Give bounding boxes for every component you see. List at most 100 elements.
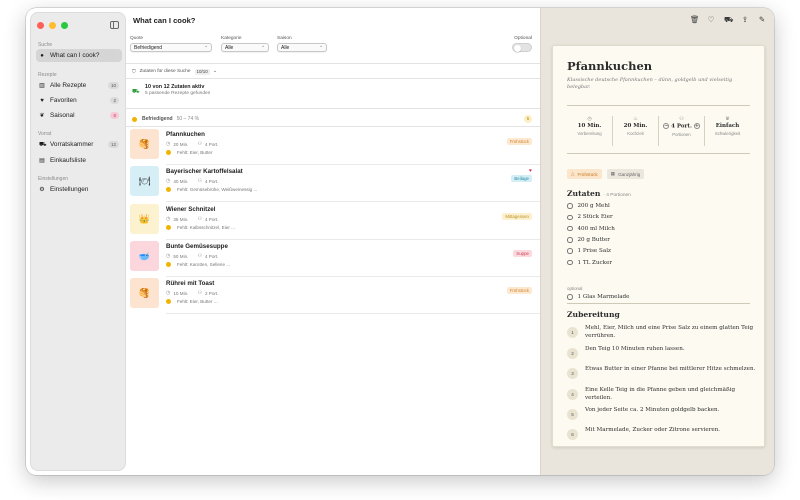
divider <box>567 153 750 154</box>
zoom-window-button[interactable] <box>61 22 68 29</box>
ingredient-item[interactable]: 20 g Butter <box>567 235 610 245</box>
recipe-time: 35 Min. <box>173 216 189 222</box>
ingredient-text: 200 g Mehl <box>577 203 610 209</box>
checkbox-circle-icon[interactable] <box>567 237 573 243</box>
checkbox-circle-icon[interactable] <box>567 203 573 209</box>
ingredient-text: 400 ml Milch <box>577 225 615 232</box>
ingredient-text: 1 Prise Salz <box>577 248 611 255</box>
ingredient-item[interactable]: 2 Stück Eier <box>567 212 613 222</box>
checkbox-circle-icon[interactable] <box>567 248 573 254</box>
checkbox-circle-icon[interactable] <box>567 259 573 266</box>
recipe-row[interactable]: 🥞 Rührei mit Toast ◷ 10 Min. ⚇ 2 Port. Fehlt: … <box>126 276 540 313</box>
step-number: 5 <box>567 409 578 420</box>
divider <box>126 108 540 109</box>
ingredient-item[interactable]: 1 Prise Salz <box>567 246 611 256</box>
ingredient-item[interactable]: 1 TL Zucker <box>567 258 612 268</box>
sidebar-item-vorratskammer[interactable]: ⛟ Vorratskammer 12 <box>36 138 122 151</box>
clock-icon: ◷ <box>587 116 592 122</box>
recipe-row[interactable]: 🥣 Bunte Gemüsesuppe ◷ 50 Min. ⚇ 4 Port. Fehlt:… <box>126 239 540 276</box>
count-badge: 8 <box>110 112 119 119</box>
recipe-row[interactable]: 👑 Wiener Schnitzel ◷ 35 Min. ⚇ 4 Port. Fehlt: … <box>126 202 540 239</box>
window-controls <box>37 22 68 29</box>
sidebar-section-einstellungen: Einstellungen <box>38 176 69 182</box>
chef-hat-icon: ♛ <box>725 116 730 122</box>
cart-icon: ⛟ <box>132 89 140 95</box>
step-text: Den Teig 10 Minuten ruhen lassen. <box>585 346 685 352</box>
ingredient-text: 1 TL Zucker <box>577 259 613 266</box>
quote-label: Quote <box>130 36 144 41</box>
checkbox-circle-icon[interactable] <box>567 214 573 221</box>
divider <box>567 303 750 304</box>
step-number: 1 <box>567 327 578 338</box>
season-chip: ▦ Ganzjährig <box>606 169 645 179</box>
recipe-row[interactable]: 🥞 Pfannkuchen ◷ 20 Min. ⚇ 4 Port. Fehlt: Eier,… <box>126 127 540 164</box>
chevron-updown-icon: ⌃ <box>204 45 208 50</box>
recipe-meta: ◷ 35 Min. ⚇ 4 Port. <box>166 216 218 222</box>
status-dot <box>166 187 171 192</box>
quote-select-value: Befriedigend <box>134 45 163 51</box>
clock-icon: ◷ <box>166 178 171 184</box>
count-badge: 2 <box>110 97 119 104</box>
stat-label: Schwierigkeit <box>714 131 741 136</box>
list-icon: ▤ <box>39 157 45 164</box>
pencil-icon[interactable]: ✎ <box>758 15 766 25</box>
sidebar-item-label: What can I cook? <box>50 52 100 59</box>
checkbox-circle-icon[interactable] <box>567 294 573 300</box>
sidebar-item-favoriten[interactable]: ♥ Favoriten 2 <box>36 94 122 107</box>
sidebar-item-what-can-i-cook[interactable]: ● What can I cook? <box>36 49 122 62</box>
optional-toggle[interactable] <box>512 43 532 52</box>
optional-ingredient-item[interactable]: 1 Glas Marmelade <box>567 292 629 302</box>
leaf-icon: ❦ <box>39 112 45 119</box>
recipe-row[interactable]: 🍽 Bayerischer Kartoffelsalat ◷ 40 Min. ⚇ 4 Po… <box>126 164 540 201</box>
magnifier-icon: ● <box>40 52 44 59</box>
divider <box>126 78 540 79</box>
missing-ingredients: Fehlt: Kalbsschnitzel, Eier ... <box>166 225 235 230</box>
decrease-portions-button[interactable]: − <box>663 123 670 129</box>
cart-add-icon[interactable]: ⛟ <box>724 15 733 25</box>
sidebar-item-saisonal[interactable]: ❦ Saisonal 8 <box>36 109 122 122</box>
sidebar-item-einkaufsliste[interactable]: ▤ Einkaufsliste <box>36 154 122 167</box>
category-chip: △ Frühstück <box>567 169 602 179</box>
sidebar-item-label: Alle Rezepte <box>50 82 87 89</box>
sidebar-item-alle-rezepte[interactable]: ▥ Alle Rezepte 10 <box>36 79 122 92</box>
gear-icon: ⚙ <box>39 186 45 193</box>
increase-portions-button[interactable]: + <box>693 123 700 129</box>
recipe-portions: 4 Port. <box>204 253 219 259</box>
ingredient-item[interactable]: 400 ml Milch <box>567 224 615 234</box>
matching-recipes-text: 5 passende Rezepte gefunden <box>145 91 211 96</box>
minimize-window-button[interactable] <box>49 22 56 29</box>
recipe-title: Pfannkuchen <box>567 59 653 73</box>
people-icon: ⚇ <box>197 141 202 147</box>
share-icon[interactable]: ⇪ <box>741 15 749 25</box>
recipe-subtitle: Klassische deutsche Pfannkuchen – dünn, … <box>567 77 733 90</box>
sidebar-item-einstellungen[interactable]: ⚙ Einstellungen <box>36 183 122 196</box>
status-dot <box>166 150 171 155</box>
recipe-thumbnail: 🥞 <box>130 129 159 159</box>
checkbox-circle-icon[interactable] <box>567 225 573 232</box>
heart-icon[interactable]: ♡ <box>707 15 715 25</box>
close-window-button[interactable] <box>37 22 44 29</box>
cart-icon: ⛟ <box>39 141 47 148</box>
saison-select[interactable]: Alle ⌃ <box>277 43 327 52</box>
sidebar-toggle-icon[interactable] <box>110 21 119 29</box>
clock-icon: ◷ <box>166 290 171 296</box>
recipe-time: 40 Min. <box>173 178 189 184</box>
favorite-heart-icon: ♥ <box>529 168 532 174</box>
missing-ingredients: Fehlt: Gemüsebrühe, Weißweinessig ... <box>166 187 257 192</box>
trash-icon[interactable]: 🗑 <box>690 15 700 25</box>
people-icon: ⚇ <box>197 216 202 222</box>
ingredients-title: Zutaten <box>567 189 601 198</box>
zutaten-disclosure[interactable]: ⛉ Zutaten für diese Suche 10/10 ⌄ <box>132 67 217 76</box>
kategorie-select[interactable]: Alle ⌃ <box>221 43 269 52</box>
chevron-updown-icon: ⌃ <box>261 45 265 50</box>
recipe-portions: 4 Port. <box>204 178 219 184</box>
missing-ingredients: Fehlt: Karotten, Sellerie ... <box>166 262 230 267</box>
sidebar-item-label: Saisonal <box>50 112 75 119</box>
recipe-thumbnail: 👑 <box>130 204 159 234</box>
heart-icon: ♥ <box>40 97 44 104</box>
divider <box>126 63 540 64</box>
divider <box>166 200 540 201</box>
zutaten-label: Zutaten für diese Suche <box>139 69 191 74</box>
quote-select[interactable]: Befriedigend ⌃ <box>130 43 212 52</box>
ingredient-item[interactable]: 200 g Mehl <box>567 201 610 211</box>
